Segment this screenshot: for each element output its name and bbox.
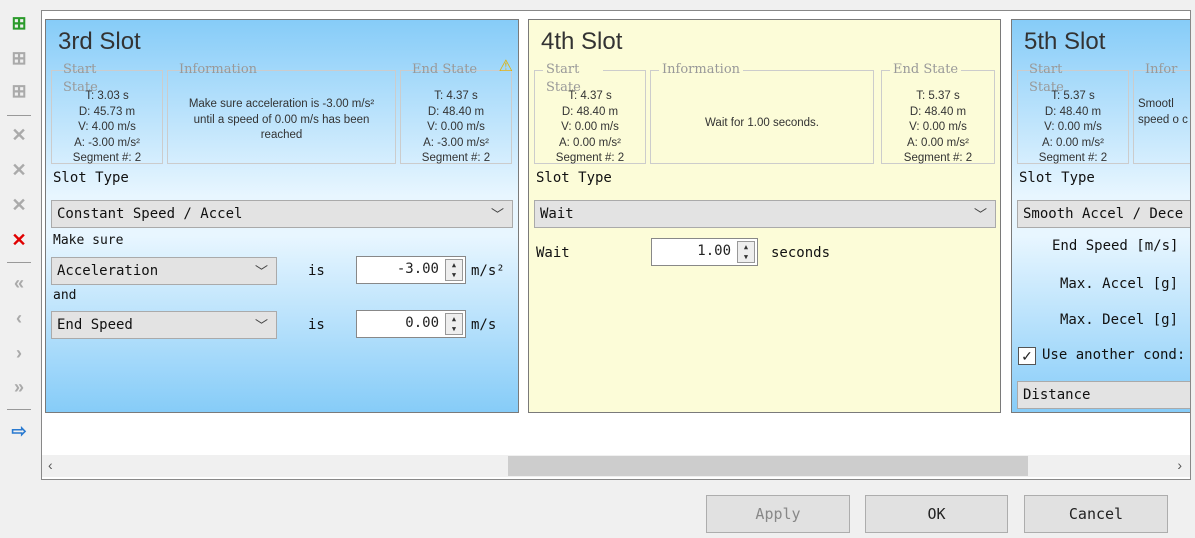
slot-type-select[interactable]: Wait ﹀ bbox=[534, 200, 996, 228]
end-state-group: End State ⚠ T: 4.37 s D: 48.40 m V: 0.00 m… bbox=[400, 59, 513, 164]
acceleration-spinner[interactable]: -3.00 ▲ ▼ bbox=[356, 256, 466, 284]
move-right-icon[interactable]: › bbox=[6, 340, 32, 366]
slot-4[interactable]: 4th Slot Start State T: 4.37 s D: 48.40 m… bbox=[528, 19, 1001, 413]
scroll-right-icon[interactable]: › bbox=[1177, 457, 1182, 473]
start-state-group: Start State T: 4.37 s D: 48.40 m V: 0.00 m… bbox=[534, 61, 646, 164]
condition-select[interactable]: Distance bbox=[1017, 381, 1190, 409]
slot-title: 3rd Slot bbox=[58, 28, 141, 55]
ok-button[interactable]: OK bbox=[865, 495, 1008, 533]
cancel-button[interactable]: Cancel bbox=[1024, 495, 1168, 533]
slot-title: 4th Slot bbox=[541, 28, 623, 55]
slot-type-select[interactable]: Smooth Accel / Dece bbox=[1017, 200, 1190, 228]
delete-slot-2-icon[interactable]: ✕ bbox=[6, 157, 32, 183]
spin-arrows-icon[interactable]: ▲ ▼ bbox=[445, 313, 463, 335]
start-state-group: Start State T: 5.37 s D: 48.40 m V: 0.00 m… bbox=[1017, 62, 1129, 164]
insert-slot-icon[interactable]: ⊞ bbox=[6, 10, 32, 36]
condition2-field-select[interactable]: End Speed ﹀ bbox=[51, 311, 277, 339]
insert-after-icon[interactable]: ⊞ bbox=[6, 78, 32, 104]
end-speed-spinner[interactable]: 0.00 ▲ ▼ bbox=[356, 310, 466, 338]
delete-slot-3-icon[interactable]: ✕ bbox=[6, 192, 32, 218]
warning-icon: ⚠ bbox=[498, 58, 513, 75]
condition-field-select[interactable]: Acceleration ﹀ bbox=[51, 257, 277, 285]
horizontal-scrollbar[interactable]: ‹ › bbox=[42, 455, 1190, 477]
toolbar-divider bbox=[7, 115, 31, 116]
delete-slot-icon[interactable]: ✕ bbox=[6, 122, 32, 148]
information-group: Information Wait for 1.00 seconds. bbox=[650, 61, 874, 164]
start-state-group: Start State T: 3.03 s D: 45.73 m V: 4.00 m… bbox=[51, 62, 163, 164]
end-state-group: End State T: 5.37 s D: 48.40 m V: 0.00 m/s… bbox=[881, 61, 995, 164]
apply-button[interactable]: Apply bbox=[706, 495, 850, 533]
insert-before-icon[interactable]: ⊞ bbox=[6, 45, 32, 71]
delete-all-icon[interactable]: ✕ bbox=[6, 227, 32, 253]
chevron-down-icon: ﹀ bbox=[254, 265, 268, 280]
slot-title: 5th Slot bbox=[1024, 28, 1106, 55]
chevron-down-icon: ﹀ bbox=[490, 208, 504, 223]
wait-spinner[interactable]: 1.00 ▲ ▼ bbox=[651, 238, 758, 266]
slot-type-select[interactable]: Constant Speed / Accel ﹀ bbox=[51, 200, 513, 228]
chevron-down-icon: ﹀ bbox=[973, 208, 987, 223]
export-icon[interactable]: ⇨ bbox=[6, 418, 32, 444]
spin-arrows-icon[interactable]: ▲ ▼ bbox=[445, 259, 463, 281]
move-last-icon[interactable]: » bbox=[6, 374, 32, 400]
slot-5[interactable]: 5th Slot Start State T: 5.37 s D: 48.40 m… bbox=[1011, 19, 1190, 413]
toolbar-divider bbox=[7, 262, 31, 263]
scroll-left-icon[interactable]: ‹ bbox=[48, 457, 53, 473]
scrollbar-thumb[interactable] bbox=[508, 456, 1028, 476]
spin-arrows-icon[interactable]: ▲ ▼ bbox=[737, 241, 755, 263]
information-group: Information Make sure acceleration is -3… bbox=[167, 62, 396, 164]
use-another-condition-checkbox[interactable]: ✓ bbox=[1018, 347, 1036, 365]
move-first-icon[interactable]: « bbox=[6, 270, 32, 296]
slot-toolbar: ⊞ ⊞ ⊞ ✕ ✕ ✕ ✕ « ‹ › » ⇨ bbox=[0, 0, 40, 538]
move-left-icon[interactable]: ‹ bbox=[6, 305, 32, 331]
information-group: Infor Smootl speed o c bbox=[1133, 62, 1190, 164]
slot-3[interactable]: 3rd Slot Start State T: 3.03 s D: 45.73 m… bbox=[45, 19, 519, 413]
slots-panel: 3rd Slot Start State T: 3.03 s D: 45.73 m… bbox=[41, 10, 1191, 480]
toolbar-divider bbox=[7, 409, 31, 410]
chevron-down-icon: ﹀ bbox=[254, 319, 268, 334]
